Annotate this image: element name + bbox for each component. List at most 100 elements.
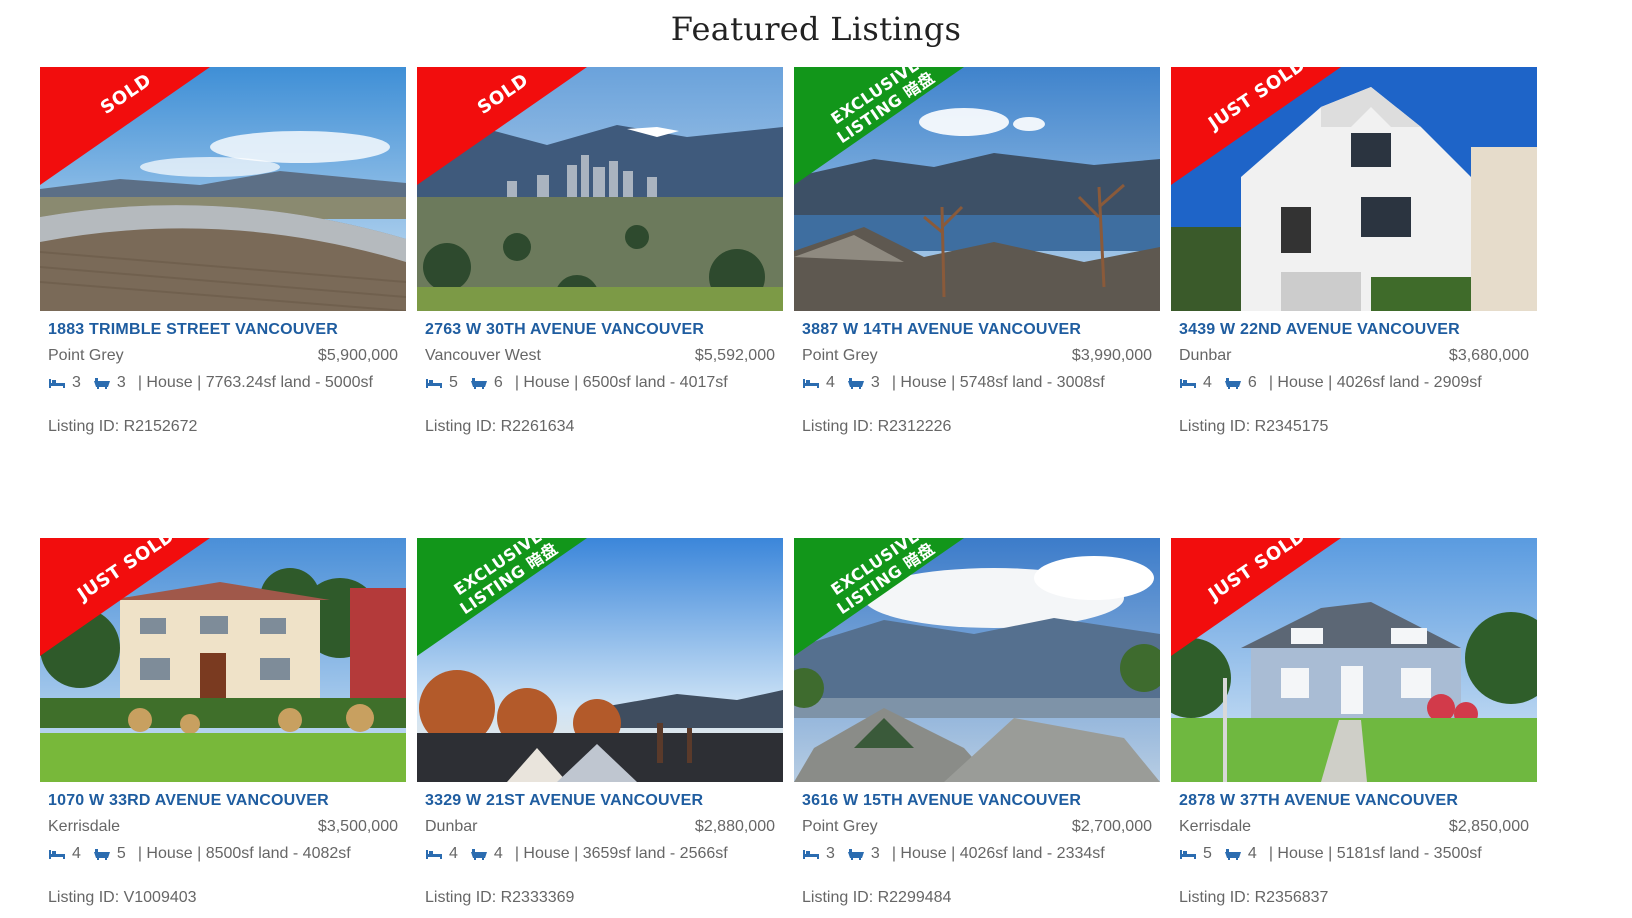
bed-count: 4 <box>826 374 835 391</box>
listing-specs: | House | 5181sf land - 3500sf <box>1268 845 1482 862</box>
sold-ribbon: JUST SOLD <box>1171 67 1341 185</box>
bed-icon <box>48 847 66 861</box>
sold-ribbon: SOLD <box>417 67 587 185</box>
exclusive-ribbon: EXCLUSIVE LISTING 暗盘 <box>417 538 587 656</box>
sold-ribbon: JUST SOLD <box>1171 538 1341 656</box>
listing-specs: | House | 7763.24sf land - 5000sf <box>137 374 373 391</box>
listing-details: 3 3 | House | 7763.24sf land - 5000sf <box>48 374 373 392</box>
listing-card[interactable]: JUST SOLD 2878 W 37TH AVENUE VANCOUVER K… <box>1171 538 1537 918</box>
listing-id: Listing ID: R2312226 <box>802 418 952 435</box>
bath-icon <box>1224 847 1242 861</box>
listing-card[interactable]: SOLD 2763 W 30TH AVENUE VANCOUVER Vancou… <box>417 67 783 447</box>
bed-count: 5 <box>449 374 458 391</box>
bath-count: 4 <box>493 845 503 862</box>
listing-id: Listing ID: R2152672 <box>48 418 198 435</box>
listing-specs: | House | 6500sf land - 4017sf <box>514 374 728 391</box>
listing-area: Kerrisdale <box>48 818 121 835</box>
bed-icon <box>48 376 66 390</box>
listing-photo[interactable]: SOLD <box>40 67 406 311</box>
listing-photo[interactable]: EXCLUSIVE LISTING 暗盘 <box>794 67 1160 311</box>
listing-price: $2,880,000 <box>694 818 775 835</box>
listing-card[interactable]: JUST SOLD 3439 W 22ND AVENUE VANCOUVER D… <box>1171 67 1537 447</box>
listing-address-link[interactable]: 2878 W 37TH AVENUE VANCOUVER <box>1179 792 1529 810</box>
listing-specs: | House | 5748sf land - 3008sf <box>891 374 1105 391</box>
listing-photo[interactable]: EXCLUSIVE LISTING 暗盘 <box>417 538 783 782</box>
exclusive-ribbon: EXCLUSIVE LISTING 暗盘 <box>794 538 964 656</box>
listing-price: $5,592,000 <box>694 347 775 364</box>
page-title: Featured Listings <box>670 10 962 48</box>
listing-address-link[interactable]: 3887 W 14TH AVENUE VANCOUVER <box>802 321 1152 339</box>
listing-price: $3,680,000 <box>1448 347 1529 364</box>
listing-area: Kerrisdale <box>1179 818 1252 835</box>
listing-id: Listing ID: R2356837 <box>1179 889 1329 906</box>
bath-icon <box>470 376 488 390</box>
listing-card[interactable]: SOLD 1883 TRIMBLE STREET VANCOUVER Point… <box>40 67 406 447</box>
listing-id: Listing ID: R2345175 <box>1179 418 1329 435</box>
bath-count: 6 <box>493 374 503 391</box>
listing-price: $2,700,000 <box>1071 818 1152 835</box>
bed-icon <box>1179 847 1197 861</box>
listing-price: $2,850,000 <box>1448 818 1529 835</box>
listing-address-link[interactable]: 3439 W 22ND AVENUE VANCOUVER <box>1179 321 1529 339</box>
listing-photo[interactable]: EXCLUSIVE LISTING 暗盘 <box>794 538 1160 782</box>
listing-price: $3,990,000 <box>1071 347 1152 364</box>
listing-photo[interactable]: JUST SOLD <box>40 538 406 782</box>
bed-count: 3 <box>72 374 81 391</box>
listing-id: Listing ID: R2333369 <box>425 889 575 906</box>
listing-details: 5 6 | House | 6500sf land - 4017sf <box>425 374 728 392</box>
sold-ribbon: SOLD <box>40 67 210 185</box>
listing-area: Point Grey <box>48 347 124 364</box>
bed-icon <box>1179 376 1197 390</box>
sold-ribbon: JUST SOLD <box>40 538 210 656</box>
listing-photo[interactable]: JUST SOLD <box>1171 538 1537 782</box>
listing-area: Point Grey <box>802 347 878 364</box>
listing-area: Vancouver West <box>425 347 541 364</box>
listing-card[interactable]: EXCLUSIVE LISTING 暗盘 3616 W 15TH AVENUE … <box>794 538 1160 918</box>
exclusive-ribbon: EXCLUSIVE LISTING 暗盘 <box>794 67 964 185</box>
listing-card[interactable]: EXCLUSIVE LISTING 暗盘 3329 W 21ST AVENUE … <box>417 538 783 918</box>
bath-count: 5 <box>116 845 126 862</box>
listing-id: Listing ID: R2299484 <box>802 889 952 906</box>
listing-area: Point Grey <box>802 818 878 835</box>
listing-details: 4 5 | House | 8500sf land - 4082sf <box>48 845 351 863</box>
bed-count: 4 <box>72 845 81 862</box>
listing-card[interactable]: JUST SOLD 1070 W 33RD AVENUE VANCOUVER K… <box>40 538 406 918</box>
listing-details: 5 4 | House | 5181sf land - 3500sf <box>1179 845 1482 863</box>
bed-icon <box>425 847 443 861</box>
bath-icon <box>1224 376 1242 390</box>
listing-photo[interactable]: SOLD <box>417 67 783 311</box>
listing-address-link[interactable]: 1070 W 33RD AVENUE VANCOUVER <box>48 792 398 810</box>
listing-specs: | House | 3659sf land - 2566sf <box>514 845 728 862</box>
listing-address-link[interactable]: 3616 W 15TH AVENUE VANCOUVER <box>802 792 1152 810</box>
listing-address-link[interactable]: 2763 W 30TH AVENUE VANCOUVER <box>425 321 775 339</box>
bath-count: 4 <box>1247 845 1257 862</box>
bath-count: 3 <box>870 845 880 862</box>
bath-count: 3 <box>116 374 126 391</box>
listing-specs: | House | 4026sf land - 2334sf <box>891 845 1105 862</box>
bed-icon <box>425 376 443 390</box>
listing-id: Listing ID: V1009403 <box>48 889 197 906</box>
listing-address-link[interactable]: 1883 TRIMBLE STREET VANCOUVER <box>48 321 398 339</box>
listing-specs: | House | 8500sf land - 4082sf <box>137 845 351 862</box>
bed-icon <box>802 847 820 861</box>
listing-specs: | House | 4026sf land - 2909sf <box>1268 374 1482 391</box>
listing-area: Dunbar <box>425 818 478 835</box>
listing-details: 4 6 | House | 4026sf land - 2909sf <box>1179 374 1482 392</box>
bath-icon <box>847 847 865 861</box>
listing-address-link[interactable]: 3329 W 21ST AVENUE VANCOUVER <box>425 792 775 810</box>
bath-icon <box>847 376 865 390</box>
listing-card[interactable]: EXCLUSIVE LISTING 暗盘 3887 W 14TH AVENUE … <box>794 67 1160 447</box>
listing-details: 3 3 | House | 4026sf land - 2334sf <box>802 845 1105 863</box>
bath-icon <box>93 847 111 861</box>
bath-icon <box>470 847 488 861</box>
bed-count: 3 <box>826 845 835 862</box>
listing-id: Listing ID: R2261634 <box>425 418 575 435</box>
listing-details: 4 4 | House | 3659sf land - 2566sf <box>425 845 728 863</box>
bed-count: 5 <box>1203 845 1212 862</box>
listing-details: 4 3 | House | 5748sf land - 3008sf <box>802 374 1105 392</box>
listing-area: Dunbar <box>1179 347 1232 364</box>
bath-count: 6 <box>1247 374 1257 391</box>
bed-count: 4 <box>449 845 458 862</box>
bath-icon <box>93 376 111 390</box>
listing-photo[interactable]: JUST SOLD <box>1171 67 1537 311</box>
